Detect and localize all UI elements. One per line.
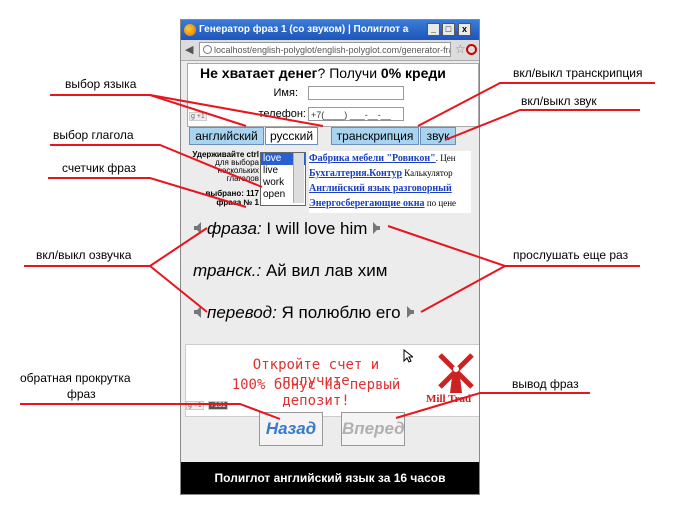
annotation-lines (20, 82, 655, 420)
leader-voice-1 (24, 227, 208, 267)
leader-output (395, 392, 590, 419)
leader-language (50, 94, 247, 127)
leader-replay-2 (420, 265, 506, 313)
leader-counter (48, 177, 247, 208)
leader-transcription (417, 82, 655, 127)
leader-replay-1 (387, 225, 640, 267)
leader-back (20, 403, 281, 420)
leader-sound (444, 109, 640, 141)
leader-language-2 (149, 94, 324, 127)
leader-voice-2 (149, 265, 208, 313)
